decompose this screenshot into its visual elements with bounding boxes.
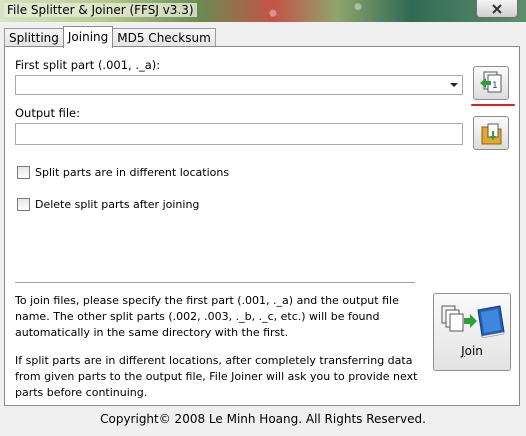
different-locations-option[interactable]: Split parts are in different locations (17, 166, 229, 179)
split-part-file-icon: 1 (480, 71, 502, 93)
close-button[interactable] (476, 0, 518, 18)
browse-first-part-button[interactable]: 1 (473, 66, 509, 100)
join-button-label: Join (461, 344, 483, 358)
different-locations-label: Split parts are in different locations (35, 166, 230, 179)
tab-bar: Splitting Joining MD5 Checksum (4, 26, 216, 48)
tab-md5-checksum[interactable]: MD5 Checksum (112, 28, 216, 47)
delete-after-label: Delete split parts after joining (35, 198, 200, 211)
delete-after-checkbox[interactable] (17, 198, 30, 211)
info-paragraph-1: To join files, please specify the first … (15, 294, 399, 339)
red-annotation-underline (471, 104, 515, 106)
join-icon (441, 305, 505, 339)
chevron-down-icon[interactable] (450, 83, 458, 87)
svg-text:1: 1 (492, 81, 498, 91)
tab-joining[interactable]: Joining (62, 26, 114, 48)
window-title: File Splitter & Joiner (FFSJ v3.3) (4, 3, 197, 17)
copyright-footer: Copyright© 2008 Le Minh Hoang. All Right… (100, 412, 426, 426)
delete-after-option[interactable]: Delete split parts after joining (17, 198, 199, 211)
different-locations-checkbox[interactable] (17, 166, 30, 179)
title-bar[interactable]: File Splitter & Joiner (FFSJ v3.3) (0, 0, 526, 22)
output-file-input[interactable] (15, 123, 463, 145)
output-file-label: Output file: (15, 106, 80, 120)
info-paragraph-2: If split parts are in different location… (15, 354, 418, 399)
first-part-label: First split part (.001, ._a): (15, 58, 161, 72)
join-button[interactable]: Join (433, 293, 511, 371)
first-part-combobox[interactable] (15, 75, 463, 95)
separator (15, 282, 415, 283)
joining-panel: First split part (.001, ._a): 1 Output f… (4, 46, 520, 406)
save-file-icon (481, 123, 502, 145)
close-icon (492, 3, 502, 14)
browse-output-file-button[interactable] (473, 116, 509, 150)
tab-splitting[interactable]: Splitting (4, 28, 64, 47)
